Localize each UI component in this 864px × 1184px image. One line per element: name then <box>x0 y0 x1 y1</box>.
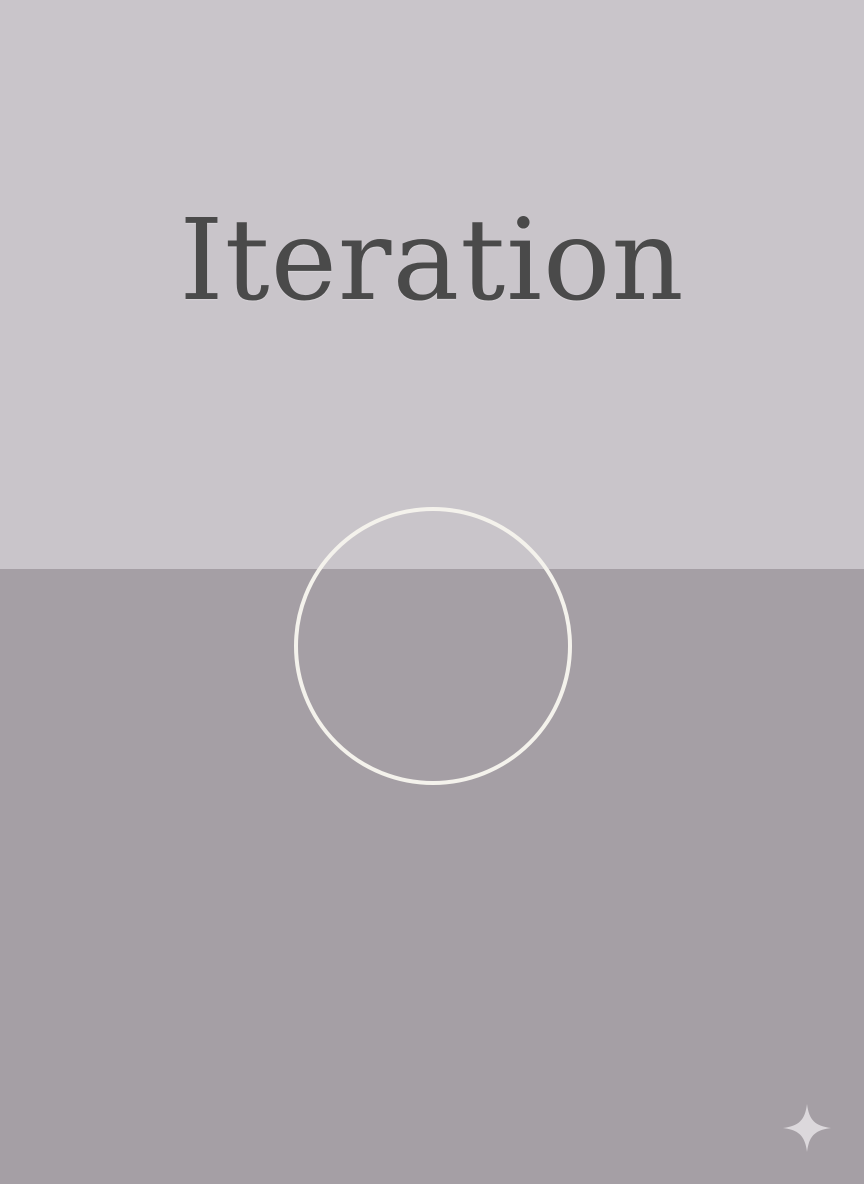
ring-outline-icon <box>294 507 572 785</box>
page-title: Iteration <box>179 196 685 326</box>
poster: Iteration <box>0 0 864 1184</box>
sparkle-star-icon <box>783 1104 831 1152</box>
